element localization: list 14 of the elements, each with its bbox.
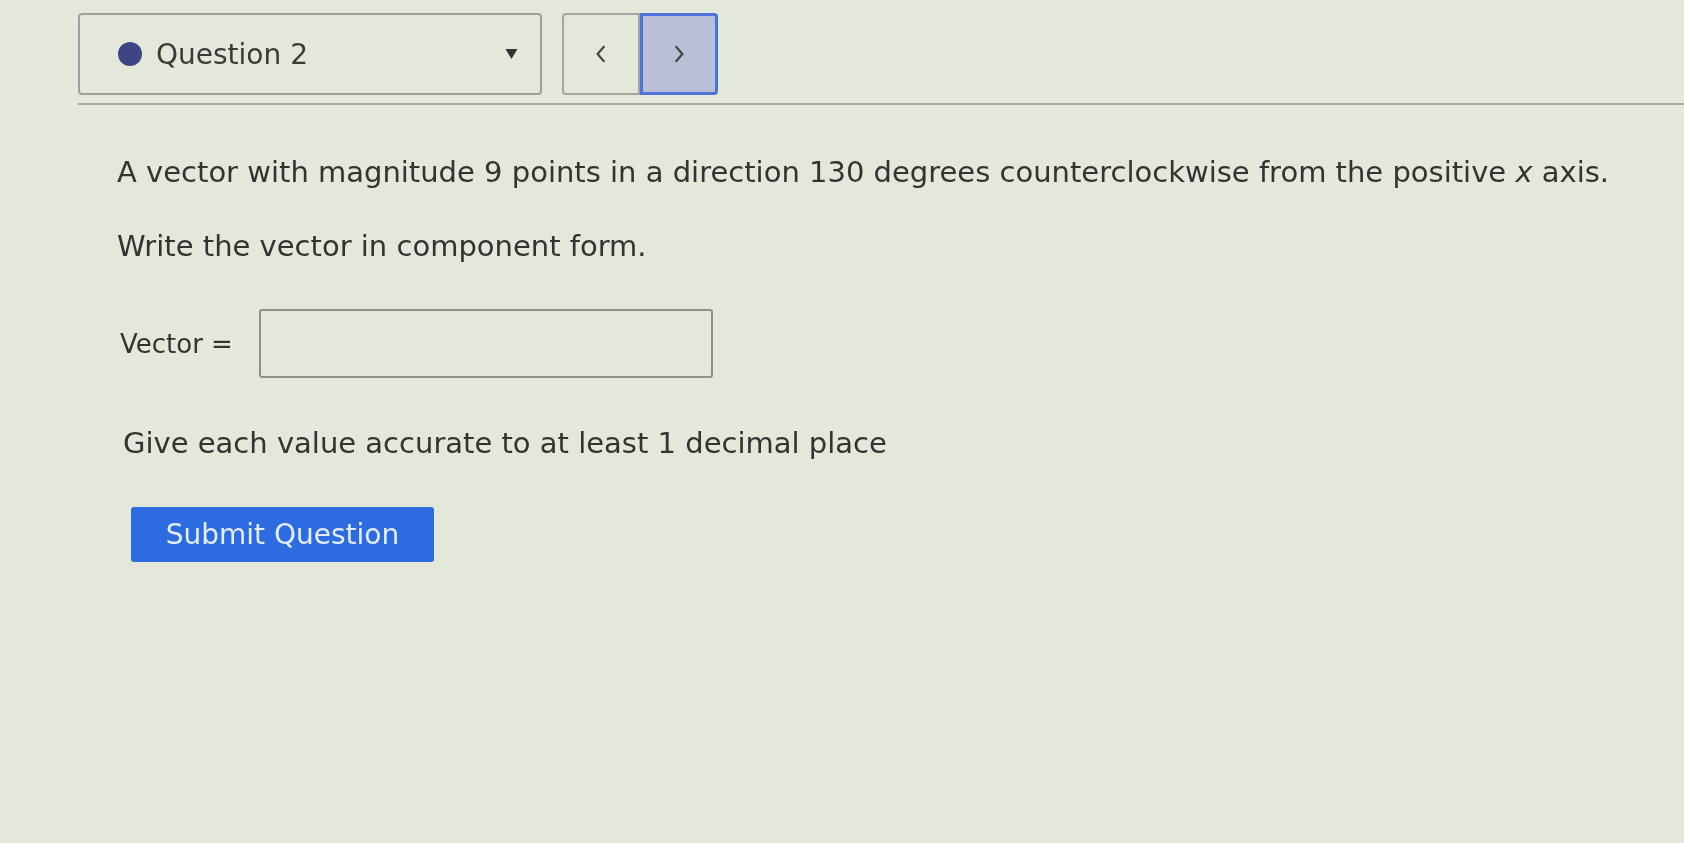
chevron-right-icon bbox=[673, 45, 685, 63]
status-dot-icon bbox=[118, 42, 142, 66]
question-selector[interactable]: Question 2 bbox=[78, 13, 542, 95]
instruction-text: Write the vector in component form. bbox=[117, 228, 647, 265]
previous-button[interactable] bbox=[562, 13, 640, 95]
hint-text: Give each value accurate to at least 1 decimal place bbox=[123, 425, 887, 462]
next-button[interactable] bbox=[640, 13, 718, 95]
question-text: A vector with magnitude 9 points in a direction 130 degrees counterclockwise from the positive x axis. bbox=[117, 154, 1610, 191]
answer-label: Vector = bbox=[120, 328, 233, 359]
chevron-left-icon bbox=[595, 45, 607, 63]
caret-icon bbox=[505, 49, 518, 59]
question-label: Question 2 bbox=[156, 37, 309, 71]
submit-button[interactable]: Submit Question bbox=[131, 507, 434, 562]
answer-field[interactable] bbox=[258, 309, 713, 378]
